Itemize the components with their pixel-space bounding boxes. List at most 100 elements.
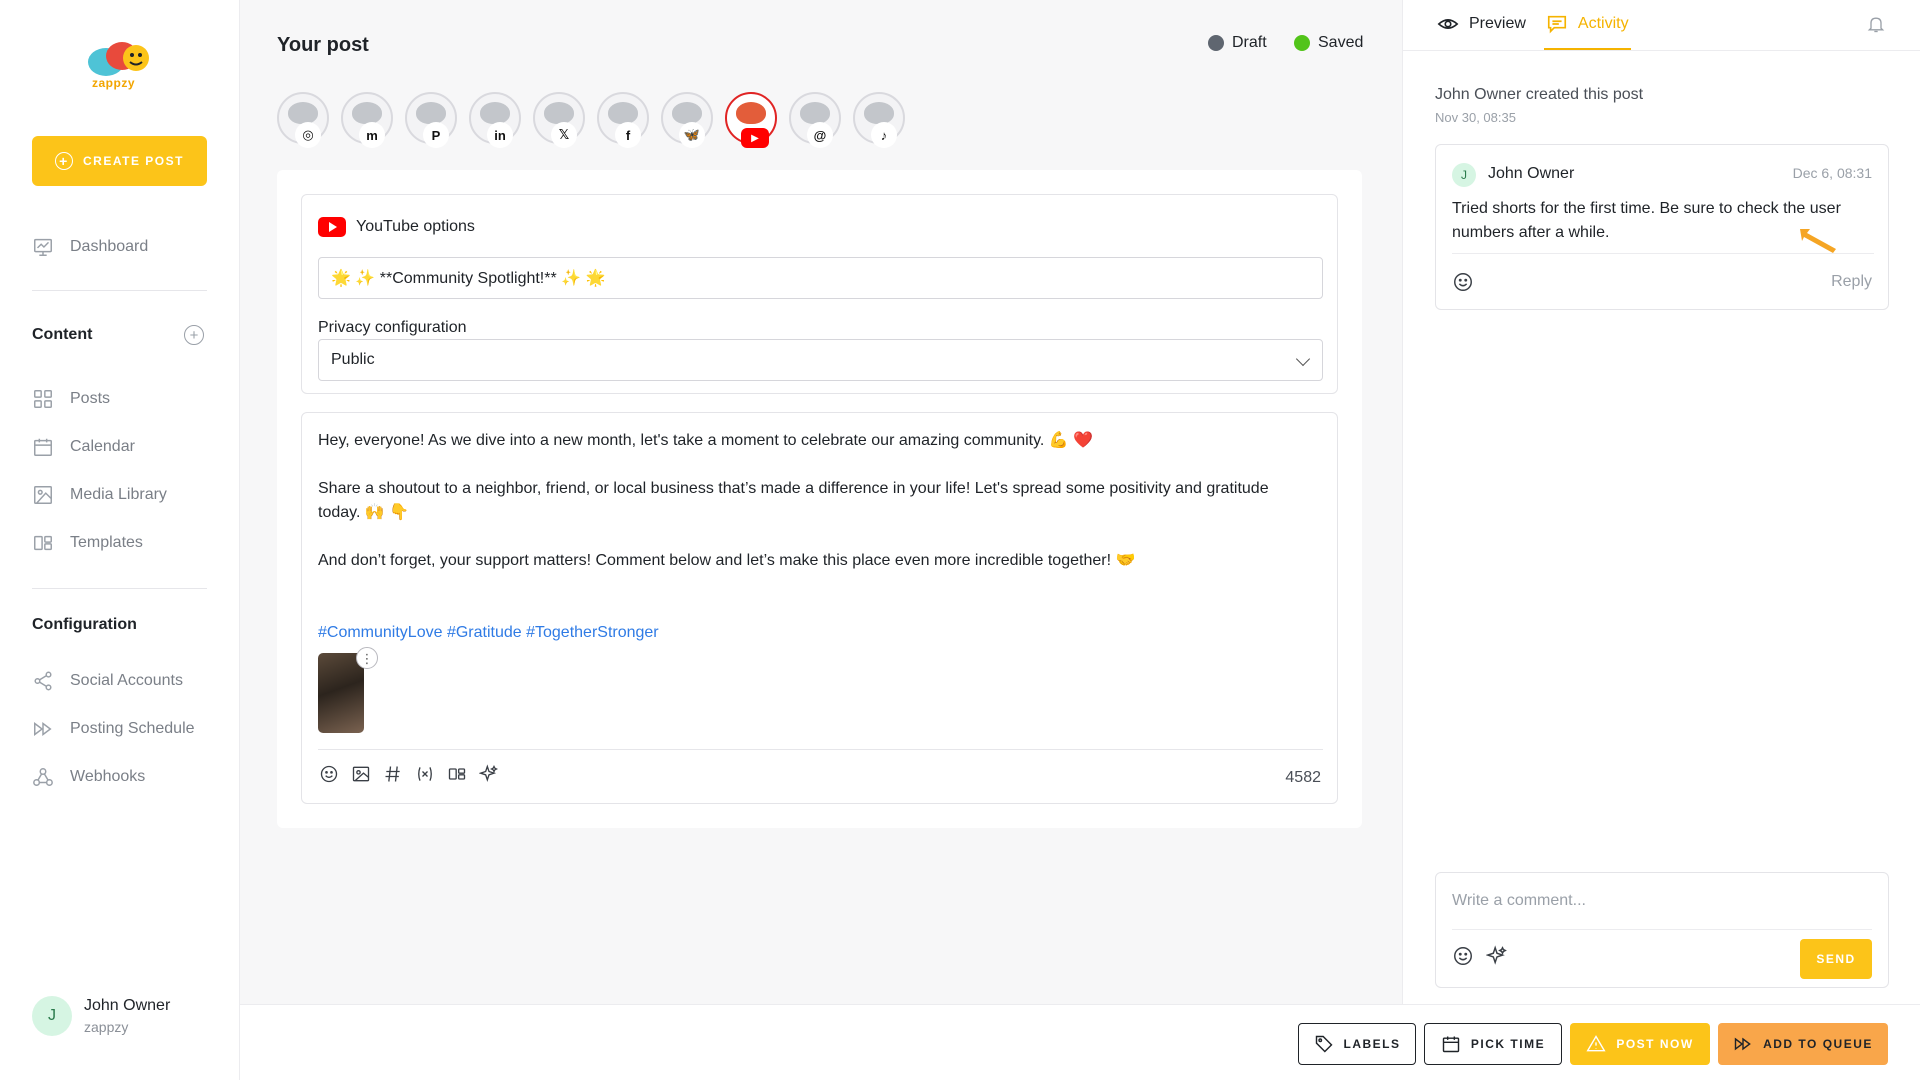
emoji-icon[interactable]	[1452, 271, 1474, 293]
x-icon: 𝕏	[551, 122, 577, 148]
add-to-queue-button[interactable]: ADD TO QUEUE	[1718, 1023, 1888, 1065]
create-post-button[interactable]: + CREATE POST	[32, 136, 207, 186]
channel-bluesky[interactable]: 🦋	[661, 92, 713, 148]
sparkles-icon[interactable]	[478, 763, 500, 785]
sparkles-icon[interactable]	[1486, 945, 1508, 967]
tag-icon	[1315, 1035, 1333, 1053]
create-post-label: CREATE POST	[83, 154, 184, 168]
sidebar-item-posts[interactable]: Posts	[32, 388, 110, 410]
divider	[1452, 929, 1872, 930]
sidebar-item-dashboard[interactable]: Dashboard	[32, 236, 148, 258]
youtube-options-header: YouTube options	[318, 217, 475, 237]
page-title: Your post	[277, 34, 369, 56]
variable-icon[interactable]	[414, 763, 436, 785]
section-title-configuration: Configuration	[32, 616, 137, 633]
sidebar-item-label: Media Library	[70, 486, 167, 503]
divider	[1403, 50, 1920, 51]
labels-label: LABELS	[1343, 1037, 1401, 1051]
youtube-icon	[318, 217, 346, 237]
channel-youtube[interactable]: ▶	[725, 92, 777, 148]
hashtags[interactable]: #CommunityLove #Gratitude #TogetherStron…	[318, 621, 1308, 645]
comment-date: Dec 6, 08:31	[1792, 165, 1872, 181]
sidebar-item-templates[interactable]: Templates	[32, 532, 143, 554]
section-title-content: Content	[32, 326, 93, 343]
sidebar-item-webhooks[interactable]: Webhooks	[32, 766, 145, 788]
channel-linkedin[interactable]: in	[469, 92, 521, 148]
channel-avatar	[544, 102, 574, 124]
comment-card: J John Owner Dec 6, 08:31 Tried shorts f…	[1435, 144, 1889, 310]
fast-forward-icon	[1734, 1037, 1751, 1051]
sidebar-item-media-library[interactable]: Media Library	[32, 484, 167, 506]
status-saved-label: Saved	[1318, 34, 1364, 51]
tab-activity-label: Activity	[1577, 15, 1629, 32]
comment-composer: SEND	[1435, 872, 1889, 988]
send-button[interactable]: SEND	[1800, 939, 1872, 979]
media-thumbnail[interactable]	[318, 653, 364, 733]
post-now-button[interactable]: POST NOW	[1570, 1023, 1710, 1065]
dashboard-icon	[34, 238, 52, 256]
threads-icon: @	[807, 122, 833, 148]
sidebar-item-calendar[interactable]: Calendar	[32, 436, 135, 458]
channel-pinterest[interactable]: P	[405, 92, 457, 148]
warning-icon	[1586, 1035, 1606, 1052]
hashtag-icon[interactable]	[382, 763, 404, 785]
youtube-options-card: YouTube options 🌟 ✨ **Community Spotligh…	[301, 194, 1338, 394]
share-icon	[34, 671, 52, 691]
user-profile[interactable]: J John Owner zappzy	[32, 996, 170, 1036]
tab-activity[interactable]: Activity	[1543, 0, 1631, 50]
sidebar-item-posting-schedule[interactable]: Posting Schedule	[32, 718, 195, 740]
plus-icon: +	[55, 152, 74, 170]
privacy-label: Privacy configuration	[318, 319, 467, 336]
privacy-select[interactable]: Public	[318, 339, 1323, 381]
templates-icon[interactable]	[446, 763, 468, 785]
sidebar-item-label: Posts	[70, 390, 111, 407]
post-body-card: Hey, everyone! As we dive into a new mon…	[301, 412, 1338, 804]
bell-icon[interactable]	[1866, 14, 1886, 34]
add-content-icon[interactable]: +	[184, 325, 204, 345]
pick-time-button[interactable]: PICK TIME	[1424, 1023, 1562, 1065]
labels-button[interactable]: LABELS	[1298, 1023, 1416, 1065]
status-saved: Saved	[1294, 34, 1363, 52]
comment-input[interactable]	[1452, 885, 1872, 917]
pick-time-label: PICK TIME	[1470, 1037, 1546, 1051]
channel-x[interactable]: 𝕏	[533, 92, 585, 148]
tab-preview[interactable]: Preview	[1435, 0, 1528, 50]
comment-author: John Owner	[1488, 165, 1575, 182]
image-icon[interactable]	[350, 763, 372, 785]
channel-tiktok[interactable]: ♪	[853, 92, 905, 148]
reply-button[interactable]: Reply	[1831, 273, 1872, 291]
eye-icon	[1437, 19, 1459, 29]
mastodon-icon: m	[359, 122, 385, 148]
character-count: 4582	[1285, 769, 1321, 786]
chevron-down-icon	[1295, 351, 1311, 367]
youtube-icon: ▶	[741, 128, 769, 148]
divider	[1452, 253, 1874, 254]
post-body-text[interactable]: Hey, everyone! As we dive into a new mon…	[318, 429, 1308, 645]
sidebar-item-social-accounts[interactable]: Social Accounts	[32, 670, 183, 692]
channel-facebook[interactable]: f	[597, 92, 649, 148]
arrow-pointer-icon	[1800, 229, 1836, 253]
activity-panel: Preview Activity John Owner created this…	[1402, 0, 1920, 1004]
channel-instagram[interactable]: ◎	[277, 92, 329, 148]
sidebar-item-label: Social Accounts	[70, 672, 183, 689]
body-paragraph: And don’t forget, your support matters! …	[318, 552, 1136, 569]
action-bar: LABELS PICK TIME POST NOW ADD TO QUEUE	[240, 1004, 1920, 1080]
channel-avatar	[416, 102, 446, 124]
webhook-icon	[33, 768, 53, 786]
body-paragraph: Share a shoutout to a neighbor, friend, …	[318, 480, 1269, 521]
channel-avatar	[800, 102, 830, 124]
image-icon	[34, 486, 52, 504]
composer-toolbar	[1452, 945, 1508, 967]
calendar-icon	[34, 438, 52, 456]
tiktok-icon: ♪	[871, 122, 897, 148]
channel-threads[interactable]: @	[789, 92, 841, 148]
youtube-title-input[interactable]: 🌟 ✨ **Community Spotlight!** ✨ 🌟	[318, 257, 1323, 299]
emoji-icon[interactable]	[1452, 945, 1474, 967]
emoji-icon[interactable]	[318, 763, 340, 785]
channel-selector: ◎ m Pin 𝕏f 🦋 ▶ @ ♪	[277, 92, 905, 148]
add-to-queue-label: ADD TO QUEUE	[1763, 1037, 1873, 1051]
tab-preview-label: Preview	[1469, 15, 1526, 32]
more-vertical-icon[interactable]: ⋮	[356, 647, 378, 669]
saved-dot-icon	[1294, 35, 1310, 51]
channel-mastodon[interactable]: m	[341, 92, 393, 148]
